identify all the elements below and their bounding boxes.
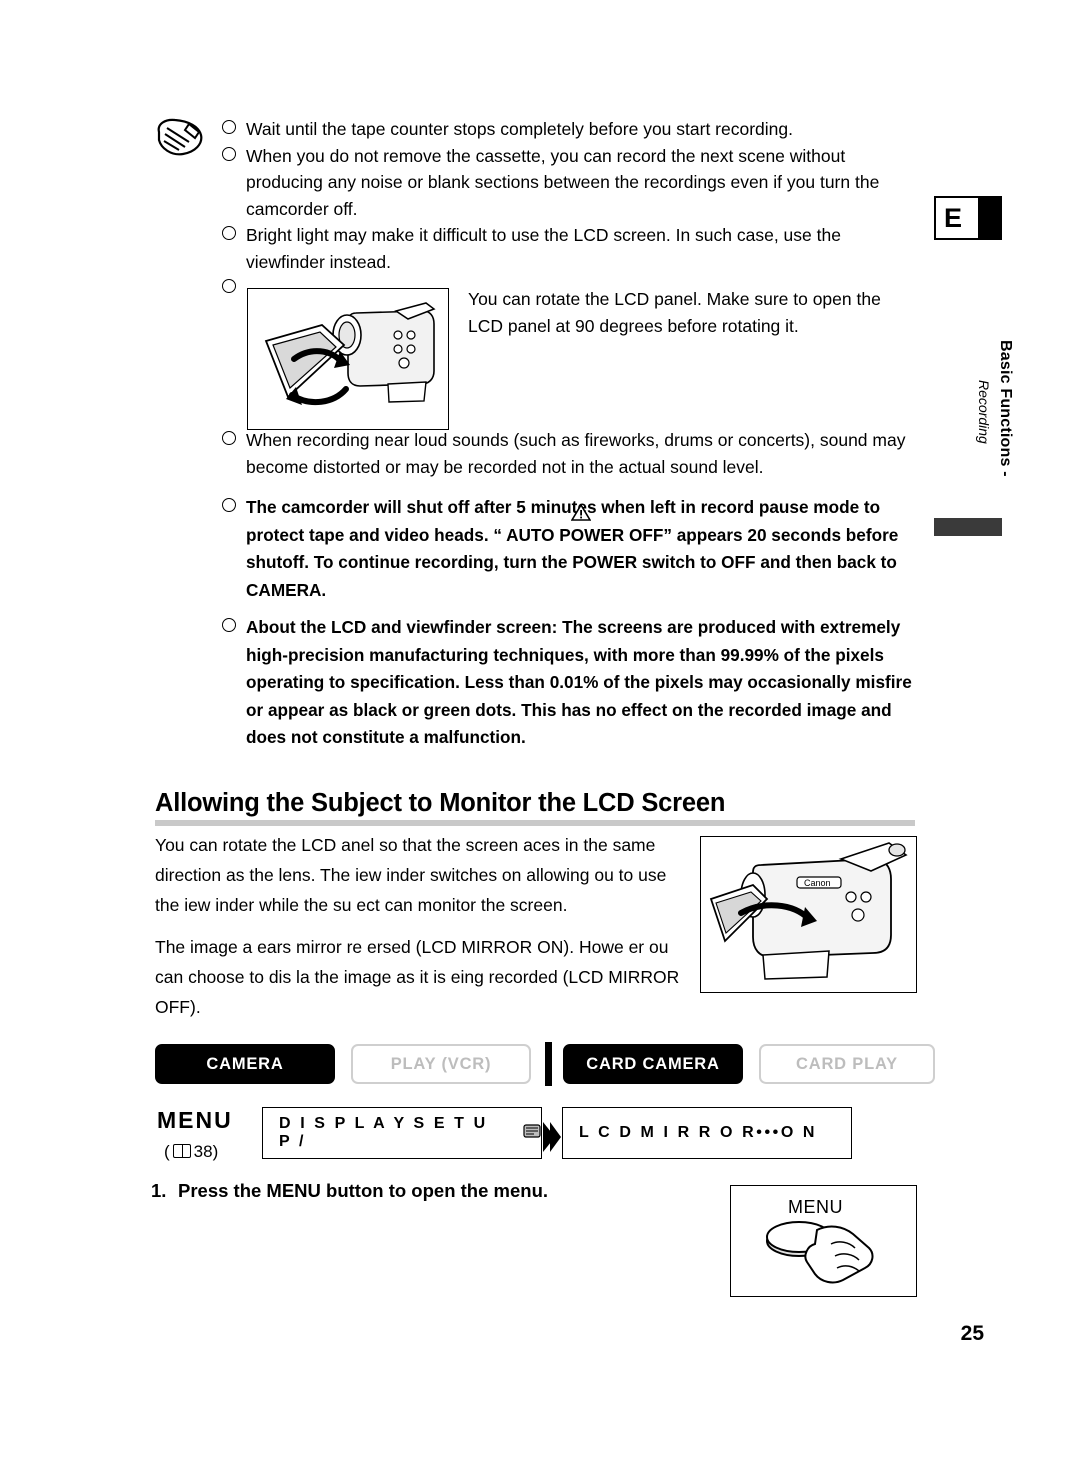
display-setup-icon: [507, 1123, 541, 1143]
bullet-circle-icon: [222, 618, 236, 632]
menu-page-reference: (38): [164, 1142, 219, 1161]
language-tab-block: [978, 198, 1000, 238]
mode-button-camera[interactable]: CAMERA: [155, 1044, 335, 1084]
note-pencil-icon: [155, 118, 203, 160]
manual-page: E Basic Functions - Recording Wait until…: [0, 0, 1080, 1461]
lcd-rotate-note: You can rotate the LCD panel. Make sure …: [468, 289, 881, 336]
mode-button-camera-label: CAMERA: [206, 1054, 284, 1073]
note-text: When recording near loud sounds (such as…: [246, 430, 906, 477]
bullet-circle-icon: [222, 120, 236, 134]
camcorder-figure: Canon: [700, 836, 917, 993]
bullet-circle-icon: [222, 146, 236, 161]
lcd-rotate-figure: [247, 288, 449, 430]
mode-button-card-camera[interactable]: CARD CAMERA: [563, 1044, 743, 1084]
chapter-tab-title-text: Basic Functions -: [997, 340, 1014, 477]
mode-button-play-vcr[interactable]: PLAY (VCR): [351, 1044, 531, 1084]
menu-item-lcd-mirror[interactable]: L C D M I R R O R•••O N: [562, 1107, 852, 1159]
list-item: Wait until the tape counter stops comple…: [222, 116, 922, 143]
note-text: Wait until the tape counter stops comple…: [246, 119, 793, 139]
menu-label: MENU: [157, 1107, 233, 1133]
bullet-circle-icon: [222, 279, 236, 293]
bullet-circle-icon: [222, 226, 236, 240]
title-divider: [155, 820, 915, 826]
notes-list: Wait until the tape counter stops comple…: [222, 116, 922, 752]
chapter-tab-subtitle: Recording: [976, 380, 992, 444]
note-text: When you do not remove the cassette, you…: [246, 145, 880, 219]
language-tab-letter: E: [944, 203, 963, 233]
list-item: Bright light may make it difficult to us…: [222, 222, 922, 275]
bullet-circle-icon: [222, 431, 236, 445]
menu-page-number: 38: [193, 1142, 213, 1161]
warning-triangle-icon: [570, 503, 592, 526]
list-item: When recording near loud sounds (such as…: [222, 427, 922, 480]
list-item: About the LCD and viewfinder screen: The…: [222, 614, 922, 752]
step-1-number: 1.: [151, 1180, 167, 1201]
menu-item-display-setup[interactable]: D I S P L A Y S E T U P /: [262, 1107, 542, 1159]
page-number: 25: [960, 1322, 984, 1345]
language-tab: E: [934, 196, 1002, 240]
list-item: When you do not remove the cassette, you…: [222, 143, 922, 223]
step-1-text: Press the MENU button to open the menu.: [178, 1180, 549, 1201]
menu-item-lcd-mirror-label: L C D M I R R O R•••O N: [579, 1124, 818, 1141]
mode-button-card-play[interactable]: CARD PLAY: [759, 1044, 935, 1084]
body-paragraph-2: The image a ears mirror re ersed (LCD MI…: [155, 937, 680, 1017]
mode-button-play-vcr-label: PLAY (VCR): [390, 1054, 492, 1073]
mode-button-card-play-label: CARD PLAY: [796, 1054, 898, 1073]
body-text: You can rotate the LCD anel so that the …: [155, 830, 695, 1022]
step-1: 1. Press the MENU button to open the men…: [151, 1180, 549, 1202]
page-title: Allowing the Subject to Monitor the LCD …: [155, 789, 726, 817]
mode-buttons: CAMERA PLAY (VCR) CARD CAMERA CARD PLAY: [155, 1042, 935, 1088]
menu-button-figure: MENU: [730, 1185, 917, 1297]
book-icon: [172, 1144, 191, 1158]
mode-separator: [545, 1042, 552, 1086]
chapter-tab-title: Basic Functions -: [996, 340, 1014, 540]
note-text: About the LCD and viewfinder screen: The…: [246, 617, 912, 747]
note-text: Bright light may make it difficult to us…: [246, 225, 841, 272]
svg-text:Canon: Canon: [804, 878, 831, 888]
menu-flow-arrow-icon: [541, 1112, 561, 1162]
list-item: The camcorder will shut off after 5 minu…: [222, 494, 922, 604]
body-paragraph-1: You can rotate the LCD anel so that the …: [155, 835, 667, 915]
menu-item-display-setup-label: D I S P L A Y S E T U P /: [279, 1115, 488, 1150]
mode-button-card-camera-label: CARD CAMERA: [586, 1054, 720, 1073]
bullet-circle-icon: [222, 498, 236, 512]
